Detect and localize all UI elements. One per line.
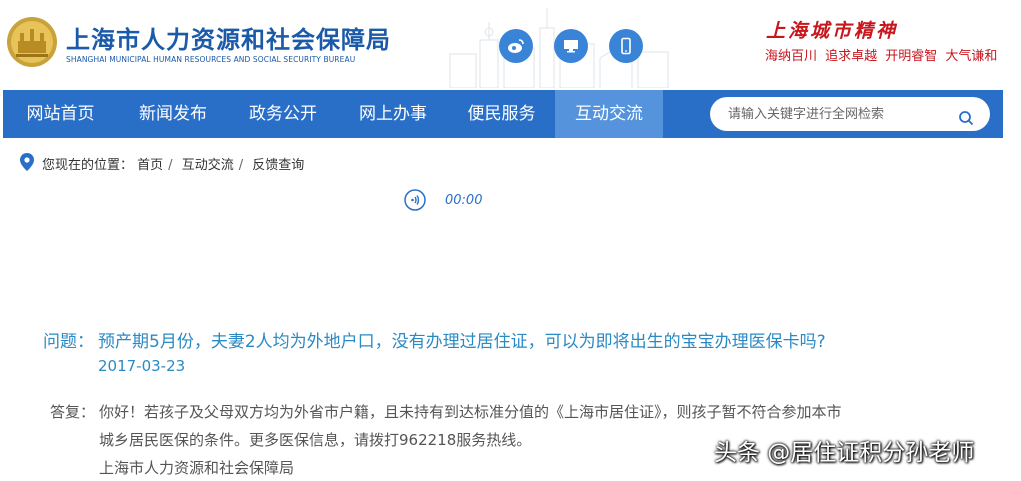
computer-button[interactable] [554,29,588,63]
answer-line: 城乡居民医保的条件。更多医保信息，请拨打962218服务热线。 [99,431,532,449]
breadcrumb-label: 您现在的位置： [42,158,134,173]
watermark: 头条 @居住证积分孙老师 [714,440,975,466]
breadcrumb-home[interactable]: 首页 [137,158,163,173]
location-pin-icon [20,153,34,171]
city-spirit-title: 上海城市精神 [766,20,899,42]
site-title[interactable]: 上海市人力资源和社会保障局 [66,20,391,55]
audio-time: 00:00 [445,193,483,208]
search-icon[interactable] [958,110,974,126]
breadcrumb-separator: / [168,158,173,173]
computer-icon [564,40,578,53]
breadcrumb: 您现在的位置： 首页 / 互动交流 / 反馈查询 [42,154,304,173]
breadcrumb-interaction[interactable]: 互动交流 [182,158,234,173]
search-input[interactable] [728,97,958,131]
city-spirit-motto: 海纳百川 追求卓越 开明睿智 大气谦和 [765,49,998,64]
question-text: 预产期5月份，夫妻2人均为外地户口，没有办理过居住证，可以为即将出生的宝宝办理医… [98,332,826,352]
breadcrumb-separator: / [238,158,244,173]
audio-play-icon[interactable] [404,189,426,211]
nav-item-online-services[interactable]: 网上办事 [338,90,448,138]
nav-item-news[interactable]: 新闻发布 [118,90,228,138]
nav-item-government-affairs[interactable]: 政务公开 [228,90,338,138]
search-box [710,97,990,131]
emblem-icon[interactable] [6,16,58,68]
answer-signature: 上海市人力资源和社会保障局 [99,459,295,477]
nav-item-home[interactable]: 网站首页 [3,90,118,138]
question-date: 2017-03-23 [98,357,186,375]
site-header: 上海市人力资源和社会保障局 SHANGHAI MUNICIPAL HUMAN R… [0,0,1021,88]
mobile-icon [621,37,631,55]
mobile-button[interactable] [609,29,643,63]
nav-item-public-services[interactable]: 便民服务 [448,90,555,138]
site-subtitle: SHANGHAI MUNICIPAL HUMAN RESOURCES AND S… [66,55,356,64]
answer-line: 你好！若孩子及父母双方均为外省市户籍，且未持有到达标准分值的《上海市居住证》，则… [99,403,842,421]
weibo-icon [508,39,524,53]
weibo-button[interactable] [499,29,533,63]
question-label: 问题： [43,332,94,352]
nav-item-interaction[interactable]: 互动交流 [555,90,663,138]
breadcrumb-feedback-query[interactable]: 反馈查询 [252,158,304,173]
answer-label: 答复： [50,403,96,421]
